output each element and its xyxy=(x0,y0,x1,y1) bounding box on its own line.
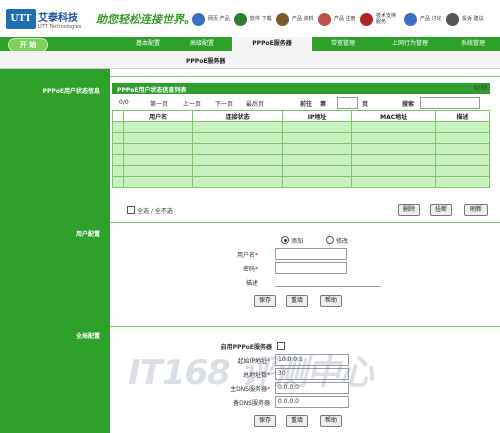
description-input[interactable] xyxy=(275,276,381,287)
select-all-label[interactable]: 全选 / 全不选 xyxy=(137,206,173,215)
column-header-mac: MAC地址 xyxy=(351,110,436,122)
goto-suffix-label: 页 xyxy=(362,101,369,108)
tab-bandwidth[interactable]: 带宽管理 xyxy=(312,37,374,51)
search-input[interactable] xyxy=(420,97,480,109)
utt-logo: UTT xyxy=(6,9,36,29)
watermark: IT168 评测中心 xyxy=(128,353,374,393)
user-status-table: 用户名 连接状态 IP地址 MAC地址 描述 xyxy=(112,110,491,188)
tab-system-mgmt[interactable]: 系统管理 xyxy=(446,37,500,51)
start-button[interactable]: 开 始 xyxy=(8,38,48,52)
column-header-username: 用户名 xyxy=(122,110,194,122)
delete-button[interactable]: 删除 xyxy=(398,204,420,216)
user-count: 0/30 xyxy=(474,85,488,92)
prev-page-link[interactable]: 上一页 xyxy=(183,99,201,108)
left-column xyxy=(0,69,110,433)
select-all-checkbox[interactable] xyxy=(127,206,135,214)
table-row xyxy=(112,154,491,166)
refresh-button[interactable]: 刷新 xyxy=(464,204,488,216)
tab-advanced-config[interactable]: 高级配置 xyxy=(172,37,232,51)
register-icon xyxy=(318,12,331,26)
last-page-link[interactable]: 最后页 xyxy=(246,99,264,108)
hangup-button[interactable]: 挂断 xyxy=(430,204,452,216)
table-row xyxy=(112,132,491,144)
table-row xyxy=(112,121,491,133)
goto-page-input[interactable] xyxy=(337,97,358,109)
password-label: 密码* xyxy=(242,266,258,273)
subtab-pppoe-server[interactable]: PPPoE服务器 xyxy=(186,56,225,65)
goto-page-label: 第 xyxy=(320,101,327,108)
header-link-web-products[interactable]: 网页 产品 xyxy=(192,8,230,30)
divider xyxy=(110,76,500,77)
search-label: 搜索 xyxy=(402,101,415,108)
brand-name: 艾泰科技 xyxy=(38,13,78,24)
username-input[interactable] xyxy=(275,248,347,260)
divider xyxy=(110,326,500,327)
section-title-global-config: 全局配置 xyxy=(75,333,100,340)
forum-icon xyxy=(404,12,417,26)
header-link-forum[interactable]: 产品 讨论 xyxy=(404,8,442,30)
status-list-title: PPPoE用户状态信息列表 xyxy=(117,87,187,94)
download-icon xyxy=(234,12,247,26)
divider xyxy=(110,222,500,223)
global-reset-button[interactable]: 重填 xyxy=(286,415,308,427)
section-title-status: PPPoE用户状态信息 xyxy=(42,88,100,95)
username-label: 用户名* xyxy=(236,252,258,259)
edit-radio[interactable] xyxy=(326,236,334,244)
graduation-icon xyxy=(276,12,289,26)
secondary-dns-label: 备DNS服务器 xyxy=(233,400,270,407)
global-help-button[interactable]: 帮助 xyxy=(320,415,342,427)
brand-name-en: UTT Technologies xyxy=(38,24,82,30)
tab-basic-config[interactable]: 基本配置 xyxy=(124,37,172,51)
global-save-button[interactable]: 保存 xyxy=(254,415,276,427)
table-row xyxy=(112,165,491,177)
header-link-product-docs[interactable]: 产品 资料 xyxy=(276,8,314,30)
sub-nav xyxy=(0,51,500,69)
search-icon xyxy=(192,12,205,26)
tab-pppoe-server[interactable]: PPPoE服务器 xyxy=(232,37,312,52)
edit-label: 修改 xyxy=(336,238,349,245)
tab-behavior-mgmt[interactable]: 上网行为管理 xyxy=(374,37,446,51)
user-save-button[interactable]: 保存 xyxy=(254,295,276,307)
section-title-user-config: 用户配置 xyxy=(75,231,100,238)
user-icon xyxy=(446,12,459,26)
user-help-button[interactable]: 帮助 xyxy=(320,295,342,307)
add-label: 添加 xyxy=(291,238,304,245)
user-reset-button[interactable]: 重填 xyxy=(286,295,308,307)
table-row xyxy=(112,143,491,155)
page-info: 0/0 xyxy=(119,99,129,106)
header-link-feedback[interactable]: 投诉 建议 xyxy=(446,8,484,30)
phone-icon xyxy=(360,12,373,26)
column-header-desc: 描述 xyxy=(434,110,491,122)
header-link-support[interactable]: 技术支持 服务 xyxy=(360,8,400,30)
description-label: 描述 xyxy=(245,280,258,287)
first-page-link[interactable]: 第一页 xyxy=(150,99,168,108)
add-radio[interactable] xyxy=(281,236,289,244)
column-header-ip: IP地址 xyxy=(281,110,353,122)
header-link-product-register[interactable]: 产品 注册 xyxy=(318,8,356,30)
password-input[interactable] xyxy=(275,262,347,274)
header-link-software-download[interactable]: 软件 下载 xyxy=(234,8,272,30)
column-header-status: 连接状态 xyxy=(192,110,283,122)
column-header-select xyxy=(112,110,124,122)
goto-label: 前往 xyxy=(300,101,313,108)
next-page-link[interactable]: 下一页 xyxy=(215,99,233,108)
header: UTT 艾泰科技 UTT Technologies 助您轻松连接世界。 网页 产… xyxy=(0,0,500,37)
slogan: 助您轻松连接世界。 xyxy=(96,13,195,26)
secondary-dns-input[interactable]: 0.0.0.0 xyxy=(275,396,349,408)
table-header-row: 用户名 连接状态 IP地址 MAC地址 描述 xyxy=(112,110,491,122)
table-row xyxy=(112,176,491,188)
